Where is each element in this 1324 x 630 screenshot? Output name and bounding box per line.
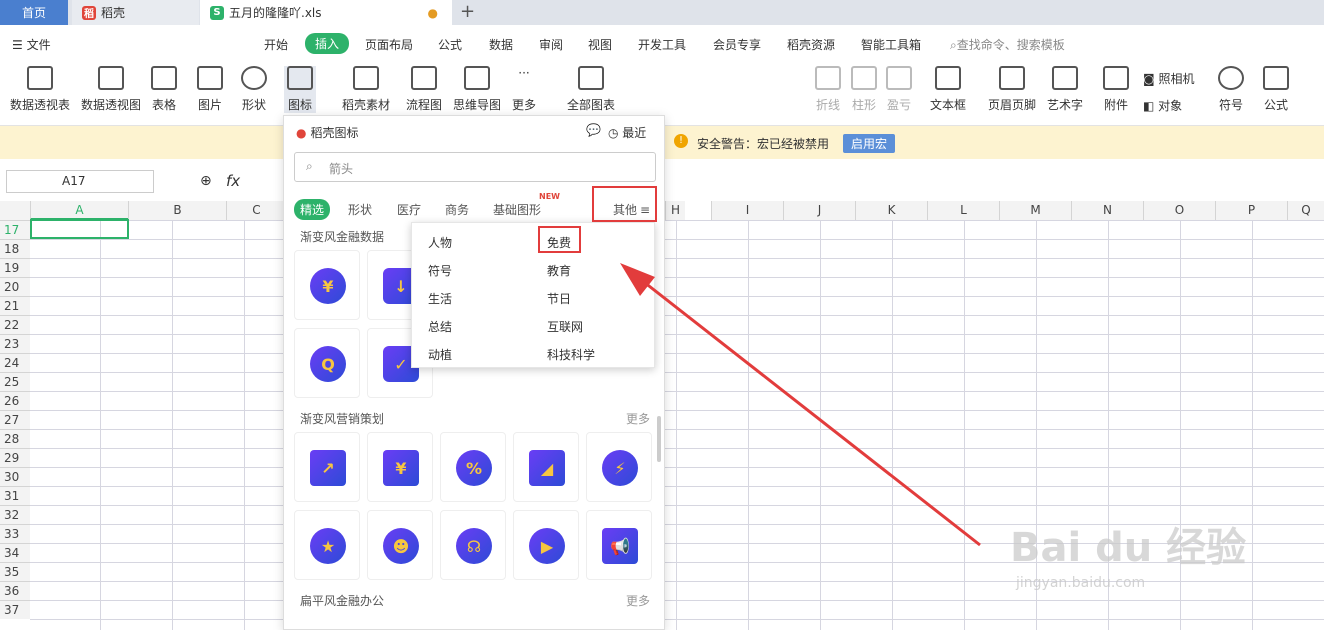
baidu-watermark-logo: Bai du 经验	[1010, 525, 1247, 571]
arrow-head	[620, 263, 655, 296]
baidu-watermark-url: jingyan.baidu.com	[1016, 575, 1146, 591]
arrow-line	[634, 273, 981, 547]
